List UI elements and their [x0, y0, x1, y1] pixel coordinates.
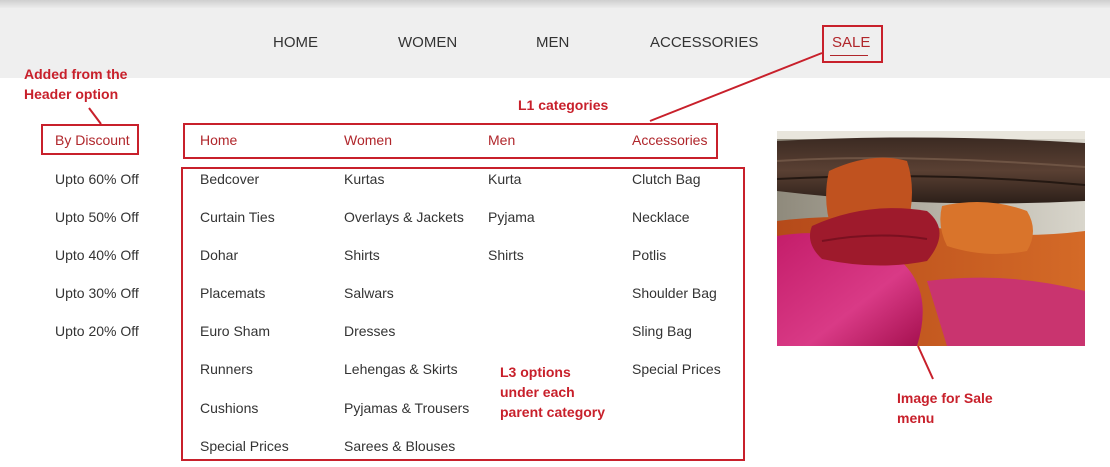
annotation-l3-line3: parent category: [500, 404, 606, 420]
l3-home-item[interactable]: Dohar: [200, 247, 238, 263]
l3-accessories-item[interactable]: Necklace: [632, 209, 690, 225]
l3-women-item[interactable]: Dresses: [344, 323, 395, 339]
annotation-header-option-line1: Added from the: [24, 66, 128, 82]
l3-women-item[interactable]: Sarees & Blouses: [344, 438, 455, 454]
discount-item[interactable]: Upto 30% Off: [55, 285, 139, 301]
image-arrow: [917, 345, 934, 380]
l3-home-item[interactable]: Curtain Ties: [200, 209, 275, 225]
annotation-l1-categories: L1 categories: [518, 97, 609, 113]
l3-men-item[interactable]: Kurta: [488, 171, 521, 187]
sale-menu-image[interactable]: [777, 131, 1085, 346]
l3-accessories-item[interactable]: Shoulder Bag: [632, 285, 717, 301]
l3-accessories-item[interactable]: Potlis: [632, 247, 666, 263]
header-option-arrow: [88, 107, 102, 125]
annotation-image-line1: Image for Sale: [897, 390, 993, 406]
l3-home-item[interactable]: Cushions: [200, 400, 258, 416]
l3-women-item[interactable]: Kurtas: [344, 171, 384, 187]
discount-item[interactable]: Upto 40% Off: [55, 247, 139, 263]
l3-home-item[interactable]: Placemats: [200, 285, 265, 301]
l3-home-item[interactable]: Bedcover: [200, 171, 259, 187]
annotation-header-option-line2: Header option: [24, 86, 119, 102]
l3-women-item[interactable]: Lehengas & Skirts: [344, 361, 458, 377]
l3-accessories-item[interactable]: Clutch Bag: [632, 171, 700, 187]
l3-home-item[interactable]: Euro Sham: [200, 323, 270, 339]
l1-category-men[interactable]: Men: [488, 132, 515, 148]
l1-category-home[interactable]: Home: [200, 132, 237, 148]
discount-item[interactable]: Upto 20% Off: [55, 323, 139, 339]
discount-item[interactable]: Upto 60% Off: [55, 171, 139, 187]
l1-arrow: [649, 52, 823, 122]
l3-accessories-item[interactable]: Sling Bag: [632, 323, 692, 339]
l3-men-item[interactable]: Pyjama: [488, 209, 535, 225]
cushions-on-bed-illustration: [777, 131, 1085, 346]
l3-home-item[interactable]: Runners: [200, 361, 253, 377]
l3-women-item[interactable]: Pyjamas & Trousers: [344, 400, 469, 416]
by-discount-link[interactable]: By Discount: [55, 132, 130, 148]
l3-women-item[interactable]: Shirts: [344, 247, 380, 263]
l3-women-item[interactable]: Salwars: [344, 285, 394, 301]
annotation-l3-line2: under each: [500, 384, 575, 400]
discount-item[interactable]: Upto 50% Off: [55, 209, 139, 225]
l1-category-accessories[interactable]: Accessories: [632, 132, 707, 148]
l3-women-item[interactable]: Overlays & Jackets: [344, 209, 464, 225]
l1-category-women[interactable]: Women: [344, 132, 392, 148]
annotation-l3-line1: L3 options: [500, 364, 571, 380]
l3-home-item[interactable]: Special Prices: [200, 438, 289, 454]
annotation-image-line2: menu: [897, 410, 935, 426]
l3-men-item[interactable]: Shirts: [488, 247, 524, 263]
l3-accessories-item[interactable]: Special Prices: [632, 361, 721, 377]
